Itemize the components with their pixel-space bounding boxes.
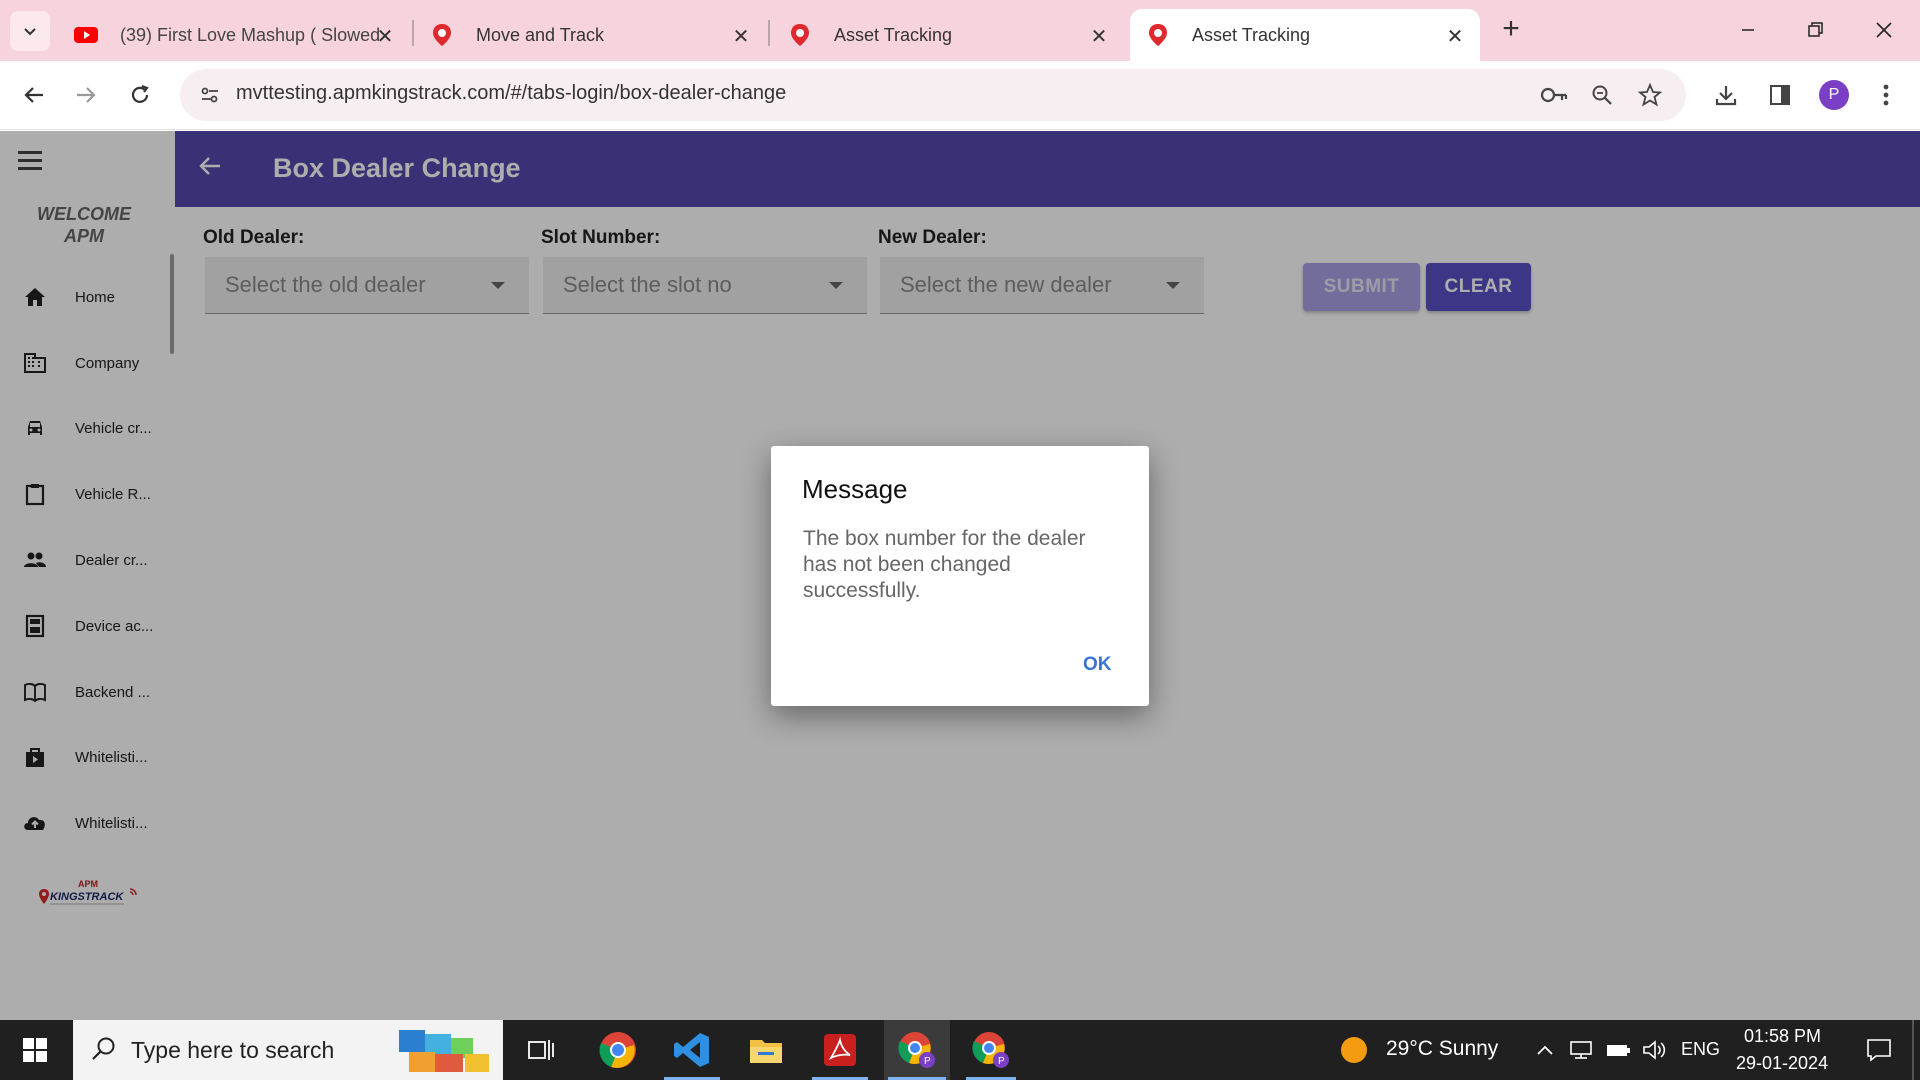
close-window-button[interactable] [1854,10,1914,50]
taskbar-vscode[interactable] [660,1020,724,1080]
folder-icon [750,1040,782,1063]
download-icon [1715,86,1737,106]
taskbar-chrome-profile[interactable]: P [958,1020,1024,1080]
network-icon[interactable] [1566,1020,1596,1080]
forward-button[interactable] [64,73,108,117]
chevron-up-icon [1537,1045,1553,1055]
volume-icon[interactable] [1638,1020,1670,1080]
new-tab-button[interactable]: + [1496,14,1526,44]
browser-toolbar: mvttesting.apmkingstrack.com/#/tabs-logi… [0,61,1920,130]
task-view-icon [528,1040,554,1060]
tab-label: (39) First Love Mashup ( Slowed [120,24,381,45]
taskbar-chrome[interactable] [586,1020,650,1080]
tab-separator [768,20,770,46]
close-icon[interactable]: ✕ [374,24,396,49]
battery-icon[interactable] [1602,1020,1634,1080]
close-icon[interactable]: ✕ [730,24,752,49]
password-key-icon[interactable] [1538,79,1570,111]
windows-taskbar: Type here to search P P 29°C Sunny ENG 0… [0,1020,1920,1080]
taskbar-file-explorer[interactable] [734,1020,798,1080]
chrome-profile-icon: P [898,1032,935,1068]
task-view-button[interactable] [516,1020,566,1080]
map-pin-icon [1149,24,1167,46]
more-vert-icon [1883,84,1889,106]
notifications-button[interactable] [1854,1020,1904,1080]
acrobat-icon [824,1034,856,1066]
minimize-button[interactable] [1718,10,1778,50]
profile-button[interactable]: P [1814,75,1854,115]
taskbar-chrome-profile-active[interactable]: P [884,1020,950,1080]
start-button[interactable] [0,1020,70,1080]
clock-date[interactable]: 29-01-2024 [1736,1053,1828,1074]
weather-text[interactable]: 29°C Sunny [1386,1037,1498,1061]
taskbar-acrobat[interactable] [808,1020,872,1080]
message-dialog: Message The box number for the dealer ha… [771,446,1149,706]
close-icon[interactable]: ✕ [1444,24,1466,49]
avatar: P [1819,80,1849,110]
svg-text:P: P [998,1056,1005,1067]
ok-button[interactable]: OK [1083,654,1112,676]
minimize-icon [1742,29,1754,31]
windows-logo-icon [23,1038,47,1062]
chevron-down-icon [24,28,36,36]
side-panel-button[interactable] [1760,75,1800,115]
address-bar[interactable]: mvttesting.apmkingstrack.com/#/tabs-logi… [180,69,1686,121]
map-pin-icon [433,24,451,46]
search-icon [92,1037,115,1060]
dialog-title: Message [802,474,908,504]
arrow-right-icon [77,87,96,103]
youtube-icon [74,27,98,43]
puzzle-pieces-icon [399,1030,489,1072]
taskbar-search-box[interactable]: Type here to search [73,1020,503,1080]
tab-label: Move and Track [476,24,605,45]
back-button[interactable] [12,73,56,117]
reload-icon [131,84,149,103]
tab-label: Asset Tracking [834,24,953,45]
site-settings-icon[interactable] [194,79,226,111]
show-desktop-divider[interactable] [1912,1020,1914,1080]
tab-label: Asset Tracking [1192,24,1311,45]
tab-youtube[interactable]: (39) First Love Mashup ( Slowed ✕ [58,9,410,61]
show-hidden-icons-button[interactable] [1530,1020,1560,1080]
search-placeholder: Type here to search [131,1037,335,1063]
downloads-button[interactable] [1706,75,1746,115]
language-indicator[interactable]: ENG [1681,1039,1720,1060]
tab-asset-tracking-active[interactable]: Asset Tracking ✕ [1130,9,1480,61]
side-panel-icon [1770,85,1790,105]
close-icon [1876,22,1892,38]
restore-icon [1808,22,1823,37]
clock-time[interactable]: 01:58 PM [1744,1026,1821,1047]
tab-search-button[interactable] [10,11,50,51]
map-pin-icon [791,24,809,46]
arrow-left-icon [24,87,43,103]
dialog-message: The box number for the dealer has not be… [803,527,1086,602]
reload-button[interactable] [118,73,162,117]
close-icon[interactable]: ✕ [1088,24,1110,49]
vscode-icon [674,1033,709,1067]
browser-tab-strip: (39) First Love Mashup ( Slowed ✕ Move a… [0,0,1920,61]
notification-icon [1867,1039,1891,1062]
chrome-icon [599,1032,636,1068]
tab-asset-tracking[interactable]: Asset Tracking ✕ [772,9,1124,61]
tab-move-and-track[interactable]: Move and Track ✕ [414,9,766,61]
svg-text:P: P [924,1056,931,1067]
restore-button[interactable] [1786,10,1846,50]
menu-button[interactable] [1866,75,1906,115]
weather-icon[interactable] [1336,1020,1372,1080]
zoom-icon[interactable] [1586,79,1618,111]
bookmark-star-icon[interactable] [1634,79,1666,111]
url-text[interactable]: mvttesting.apmkingstrack.com/#/tabs-logi… [236,82,786,105]
chrome-profile-icon: P [972,1032,1009,1068]
